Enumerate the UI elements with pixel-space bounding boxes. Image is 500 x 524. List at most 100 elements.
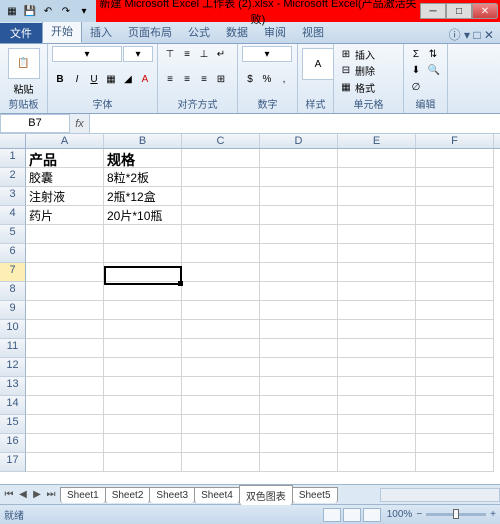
col-F[interactable]: F: [416, 134, 494, 148]
cell-F13[interactable]: [416, 377, 494, 396]
cell-A2[interactable]: 胶囊: [26, 168, 104, 187]
row-header-12[interactable]: 12: [0, 358, 26, 377]
cell-F16[interactable]: [416, 434, 494, 453]
cell-B12[interactable]: [104, 358, 182, 377]
cell-D7[interactable]: [260, 263, 338, 282]
cell-A11[interactable]: [26, 339, 104, 358]
cell-C16[interactable]: [182, 434, 260, 453]
sort-button[interactable]: ⇅: [425, 46, 441, 62]
cell-F15[interactable]: [416, 415, 494, 434]
cell-F1[interactable]: [416, 149, 494, 168]
autosum-button[interactable]: Σ: [408, 46, 424, 62]
wrap-text-button[interactable]: ↵: [213, 46, 229, 62]
cell-D5[interactable]: [260, 225, 338, 244]
paste-button[interactable]: 📋: [8, 48, 40, 79]
view-pagebreak-button[interactable]: [363, 508, 381, 522]
align-center-button[interactable]: ≡: [179, 71, 195, 87]
cell-C5[interactable]: [182, 225, 260, 244]
cell-A16[interactable]: [26, 434, 104, 453]
cell-C6[interactable]: [182, 244, 260, 263]
cell-E5[interactable]: [338, 225, 416, 244]
cell-E2[interactable]: [338, 168, 416, 187]
cell-A6[interactable]: [26, 244, 104, 263]
cells-format-button[interactable]: ▦: [338, 79, 354, 95]
cell-E1[interactable]: [338, 149, 416, 168]
cell-C3[interactable]: [182, 187, 260, 206]
cell-F6[interactable]: [416, 244, 494, 263]
cell-C2[interactable]: [182, 168, 260, 187]
row-header-3[interactable]: 3: [0, 187, 26, 206]
cell-A14[interactable]: [26, 396, 104, 415]
cell-F11[interactable]: [416, 339, 494, 358]
row-header-8[interactable]: 8: [0, 282, 26, 301]
align-middle-button[interactable]: ≡: [179, 46, 195, 62]
cell-F10[interactable]: [416, 320, 494, 339]
underline-button[interactable]: U: [86, 71, 102, 87]
cell-C11[interactable]: [182, 339, 260, 358]
fill-button[interactable]: ⬇: [408, 63, 424, 79]
row-header-14[interactable]: 14: [0, 396, 26, 415]
bold-button[interactable]: B: [52, 71, 68, 87]
cell-A10[interactable]: [26, 320, 104, 339]
font-color-button[interactable]: A: [137, 71, 153, 87]
cell-B1[interactable]: 规格: [104, 149, 182, 168]
row-header-16[interactable]: 16: [0, 434, 26, 453]
italic-button[interactable]: I: [69, 71, 85, 87]
cell-A7[interactable]: [26, 263, 104, 282]
cell-E9[interactable]: [338, 301, 416, 320]
percent-button[interactable]: %: [259, 71, 275, 87]
cell-C17[interactable]: [182, 453, 260, 472]
cell-A15[interactable]: [26, 415, 104, 434]
cell-E7[interactable]: [338, 263, 416, 282]
cell-B17[interactable]: [104, 453, 182, 472]
cell-B9[interactable]: [104, 301, 182, 320]
cell-F5[interactable]: [416, 225, 494, 244]
cell-E12[interactable]: [338, 358, 416, 377]
sheet-tab-1[interactable]: Sheet1: [60, 487, 106, 503]
cell-E16[interactable]: [338, 434, 416, 453]
cell-C4[interactable]: [182, 206, 260, 225]
cell-A13[interactable]: [26, 377, 104, 396]
cell-D17[interactable]: [260, 453, 338, 472]
save-icon[interactable]: 💾: [22, 3, 38, 19]
sheet-tab-5[interactable]: 双色图表: [239, 485, 293, 505]
cell-F7[interactable]: [416, 263, 494, 282]
cell-D6[interactable]: [260, 244, 338, 263]
align-top-button[interactable]: ⊤: [162, 46, 178, 62]
find-button[interactable]: 🔍: [425, 63, 443, 79]
cell-C7[interactable]: [182, 263, 260, 282]
view-layout-button[interactable]: [343, 508, 361, 522]
sheet-tab-6[interactable]: Sheet5: [292, 487, 338, 503]
cell-C14[interactable]: [182, 396, 260, 415]
cell-C9[interactable]: [182, 301, 260, 320]
cell-F2[interactable]: [416, 168, 494, 187]
cell-D13[interactable]: [260, 377, 338, 396]
cell-B3[interactable]: 2瓶*12盒: [104, 187, 182, 206]
cell-B14[interactable]: [104, 396, 182, 415]
zoom-in-button[interactable]: +: [490, 509, 496, 520]
cell-B13[interactable]: [104, 377, 182, 396]
cells-insert-button[interactable]: ⊞: [338, 46, 354, 62]
merge-button[interactable]: ⊞: [213, 71, 229, 87]
align-bottom-button[interactable]: ⊥: [196, 46, 212, 62]
view-normal-button[interactable]: [323, 508, 341, 522]
row-header-4[interactable]: 4: [0, 206, 26, 225]
fx-icon[interactable]: fx: [70, 114, 90, 133]
row-header-11[interactable]: 11: [0, 339, 26, 358]
cell-C1[interactable]: [182, 149, 260, 168]
close-button[interactable]: ✕: [472, 3, 498, 19]
cell-A5[interactable]: [26, 225, 104, 244]
col-E[interactable]: E: [338, 134, 416, 148]
clear-button[interactable]: ∅: [408, 79, 424, 95]
font-family-select[interactable]: ▾: [52, 46, 122, 62]
cell-C15[interactable]: [182, 415, 260, 434]
select-all-corner[interactable]: [0, 134, 26, 148]
zoom-level[interactable]: 100%: [387, 509, 413, 520]
cell-E13[interactable]: [338, 377, 416, 396]
minimize-button[interactable]: ─: [420, 3, 446, 19]
formula-input[interactable]: [90, 114, 500, 133]
row-header-17[interactable]: 17: [0, 453, 26, 472]
cell-C12[interactable]: [182, 358, 260, 377]
help-icon[interactable]: ⓘ ▾ □ ✕: [449, 26, 494, 43]
cell-B2[interactable]: 8粒*2板: [104, 168, 182, 187]
